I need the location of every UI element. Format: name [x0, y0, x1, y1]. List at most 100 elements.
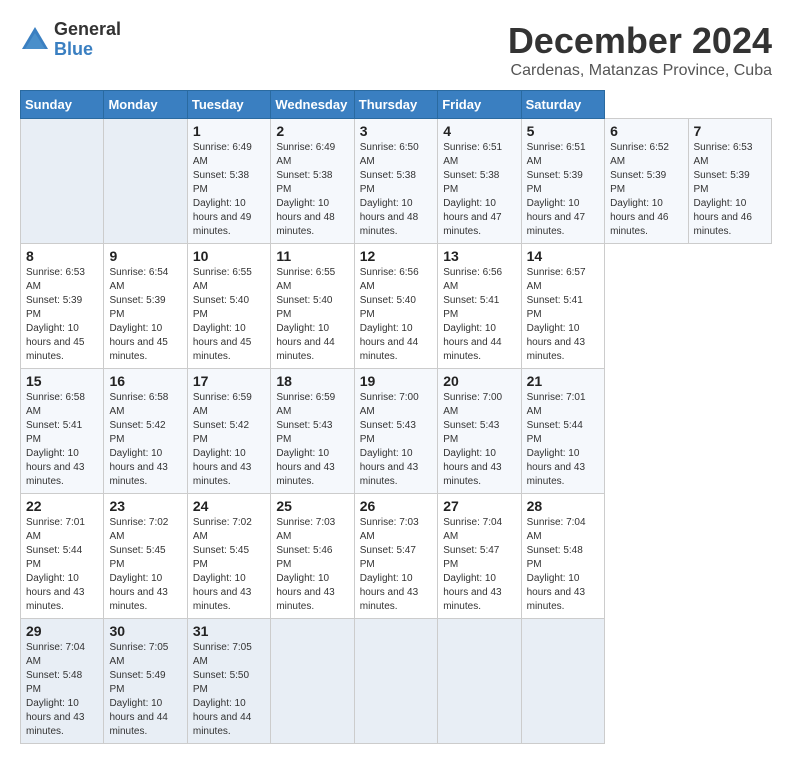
day-info: Sunrise: 7:03 AMSunset: 5:47 PMDaylight:… — [360, 517, 419, 612]
day-info: Sunrise: 6:58 AMSunset: 5:41 PMDaylight:… — [26, 392, 85, 487]
calendar-day: 8Sunrise: 6:53 AMSunset: 5:39 PMDaylight… — [21, 244, 104, 369]
day-info: Sunrise: 6:52 AMSunset: 5:39 PMDaylight:… — [610, 142, 669, 237]
day-info: Sunrise: 7:04 AMSunset: 5:48 PMDaylight:… — [527, 517, 586, 612]
day-info: Sunrise: 7:05 AMSunset: 5:49 PMDaylight:… — [109, 642, 168, 737]
calendar-day — [521, 619, 604, 744]
day-info: Sunrise: 6:56 AMSunset: 5:40 PMDaylight:… — [360, 267, 419, 362]
day-number: 3 — [360, 123, 432, 139]
day-number: 4 — [443, 123, 515, 139]
calendar-day: 19 Sunrise: 7:00 AMSunset: 5:43 PMDayligh… — [354, 369, 437, 494]
day-number: 22 — [26, 498, 98, 514]
calendar-day — [354, 619, 437, 744]
header-day-thursday: Thursday — [354, 91, 437, 119]
calendar-day: 2 Sunrise: 6:49 AMSunset: 5:38 PMDaylight… — [271, 119, 354, 244]
calendar-week-1: 1 Sunrise: 6:49 AMSunset: 5:38 PMDaylight… — [21, 119, 772, 244]
day-info: Sunrise: 7:00 AMSunset: 5:43 PMDaylight:… — [360, 392, 419, 487]
day-info: Sunrise: 6:49 AMSunset: 5:38 PMDaylight:… — [276, 142, 335, 237]
logo: General Blue — [20, 20, 121, 60]
day-number: 15 — [26, 373, 98, 389]
day-number: 21 — [527, 373, 599, 389]
day-info: Sunrise: 6:51 AMSunset: 5:39 PMDaylight:… — [527, 142, 586, 237]
calendar-week-4: 22 Sunrise: 7:01 AMSunset: 5:44 PMDayligh… — [21, 494, 772, 619]
calendar-day: 6 Sunrise: 6:52 AMSunset: 5:39 PMDaylight… — [605, 119, 688, 244]
calendar-day: 4 Sunrise: 6:51 AMSunset: 5:38 PMDaylight… — [438, 119, 521, 244]
calendar-body: 1 Sunrise: 6:49 AMSunset: 5:38 PMDaylight… — [21, 119, 772, 744]
day-info: Sunrise: 7:02 AMSunset: 5:45 PMDaylight:… — [109, 517, 168, 612]
day-number: 25 — [276, 498, 348, 514]
calendar-week-5: 29 Sunrise: 7:04 AMSunset: 5:48 PMDayligh… — [21, 619, 772, 744]
calendar-day: 7Sunrise: 6:53 AMSunset: 5:39 PMDaylight… — [688, 119, 772, 244]
day-number: 14 — [527, 248, 599, 264]
calendar-week-3: 15 Sunrise: 6:58 AMSunset: 5:41 PMDayligh… — [21, 369, 772, 494]
calendar-day: 14 Sunrise: 6:57 AMSunset: 5:41 PMDayligh… — [521, 244, 604, 369]
header-day-saturday: Saturday — [521, 91, 604, 119]
header-day-friday: Friday — [438, 91, 521, 119]
day-info: Sunrise: 6:50 AMSunset: 5:38 PMDaylight:… — [360, 142, 419, 237]
header-day-wednesday: Wednesday — [271, 91, 354, 119]
calendar-day: 20 Sunrise: 7:00 AMSunset: 5:43 PMDayligh… — [438, 369, 521, 494]
calendar-day: 24 Sunrise: 7:02 AMSunset: 5:45 PMDayligh… — [187, 494, 270, 619]
day-info: Sunrise: 7:02 AMSunset: 5:45 PMDaylight:… — [193, 517, 252, 612]
day-number: 20 — [443, 373, 515, 389]
day-number: 18 — [276, 373, 348, 389]
calendar-day: 13 Sunrise: 6:56 AMSunset: 5:41 PMDayligh… — [438, 244, 521, 369]
logo-icon — [20, 25, 50, 55]
day-info: Sunrise: 7:00 AMSunset: 5:43 PMDaylight:… — [443, 392, 502, 487]
day-info: Sunrise: 7:01 AMSunset: 5:44 PMDaylight:… — [26, 517, 85, 612]
calendar-day: 29 Sunrise: 7:04 AMSunset: 5:48 PMDayligh… — [21, 619, 104, 744]
calendar-day: 31Sunrise: 7:05 AMSunset: 5:50 PMDayligh… — [187, 619, 270, 744]
day-number: 23 — [109, 498, 181, 514]
day-number: 10 — [193, 248, 265, 264]
header-day-sunday: Sunday — [21, 91, 104, 119]
day-number: 5 — [527, 123, 599, 139]
day-number: 6 — [610, 123, 682, 139]
day-number: 28 — [527, 498, 599, 514]
day-info: Sunrise: 6:51 AMSunset: 5:38 PMDaylight:… — [443, 142, 502, 237]
day-info: Sunrise: 7:05 AMSunset: 5:50 PMDaylight:… — [193, 642, 252, 737]
day-info: Sunrise: 7:03 AMSunset: 5:46 PMDaylight:… — [276, 517, 335, 612]
day-info: Sunrise: 7:04 AMSunset: 5:48 PMDaylight:… — [26, 642, 85, 737]
day-info: Sunrise: 6:56 AMSunset: 5:41 PMDaylight:… — [443, 267, 502, 362]
calendar-day: 28 Sunrise: 7:04 AMSunset: 5:48 PMDayligh… — [521, 494, 604, 619]
day-info: Sunrise: 6:54 AMSunset: 5:39 PMDaylight:… — [109, 267, 168, 362]
day-number: 2 — [276, 123, 348, 139]
title-area: December 2024 Cardenas, Matanzas Provinc… — [508, 20, 772, 80]
day-number: 16 — [109, 373, 181, 389]
calendar-day: 9Sunrise: 6:54 AMSunset: 5:39 PMDaylight… — [104, 244, 187, 369]
empty-cell — [104, 119, 187, 244]
calendar-day: 11Sunrise: 6:55 AMSunset: 5:40 PMDayligh… — [271, 244, 354, 369]
logo-general-text: General — [54, 20, 121, 40]
header-day-tuesday: Tuesday — [187, 91, 270, 119]
month-title: December 2024 — [508, 20, 772, 62]
day-number: 26 — [360, 498, 432, 514]
location-title: Cardenas, Matanzas Province, Cuba — [508, 62, 772, 80]
calendar-day: 27Sunrise: 7:04 AMSunset: 5:47 PMDayligh… — [438, 494, 521, 619]
calendar-day: 17 Sunrise: 6:59 AMSunset: 5:42 PMDayligh… — [187, 369, 270, 494]
day-number: 12 — [360, 248, 432, 264]
calendar-day — [438, 619, 521, 744]
calendar-day: 30Sunrise: 7:05 AMSunset: 5:49 PMDayligh… — [104, 619, 187, 744]
logo-blue-text: Blue — [54, 40, 121, 60]
day-number: 7 — [694, 123, 767, 139]
calendar-day: 15 Sunrise: 6:58 AMSunset: 5:41 PMDayligh… — [21, 369, 104, 494]
day-info: Sunrise: 6:57 AMSunset: 5:41 PMDaylight:… — [527, 267, 586, 362]
header-row: SundayMondayTuesdayWednesdayThursdayFrid… — [21, 91, 772, 119]
day-info: Sunrise: 6:59 AMSunset: 5:42 PMDaylight:… — [193, 392, 252, 487]
logo-text: General Blue — [54, 20, 121, 60]
day-number: 8 — [26, 248, 98, 264]
day-number: 17 — [193, 373, 265, 389]
calendar-day — [271, 619, 354, 744]
day-number: 24 — [193, 498, 265, 514]
day-number: 1 — [193, 123, 265, 139]
day-number: 29 — [26, 623, 98, 639]
day-number: 13 — [443, 248, 515, 264]
calendar-day: 21Sunrise: 7:01 AMSunset: 5:44 PMDayligh… — [521, 369, 604, 494]
calendar-day: 12 Sunrise: 6:56 AMSunset: 5:40 PMDayligh… — [354, 244, 437, 369]
empty-cell — [21, 119, 104, 244]
day-info: Sunrise: 7:04 AMSunset: 5:47 PMDaylight:… — [443, 517, 502, 612]
calendar-table: SundayMondayTuesdayWednesdayThursdayFrid… — [20, 90, 772, 744]
day-number: 19 — [360, 373, 432, 389]
calendar-day: 3 Sunrise: 6:50 AMSunset: 5:38 PMDaylight… — [354, 119, 437, 244]
calendar-day: 18Sunrise: 6:59 AMSunset: 5:43 PMDayligh… — [271, 369, 354, 494]
calendar-day: 10Sunrise: 6:55 AMSunset: 5:40 PMDayligh… — [187, 244, 270, 369]
